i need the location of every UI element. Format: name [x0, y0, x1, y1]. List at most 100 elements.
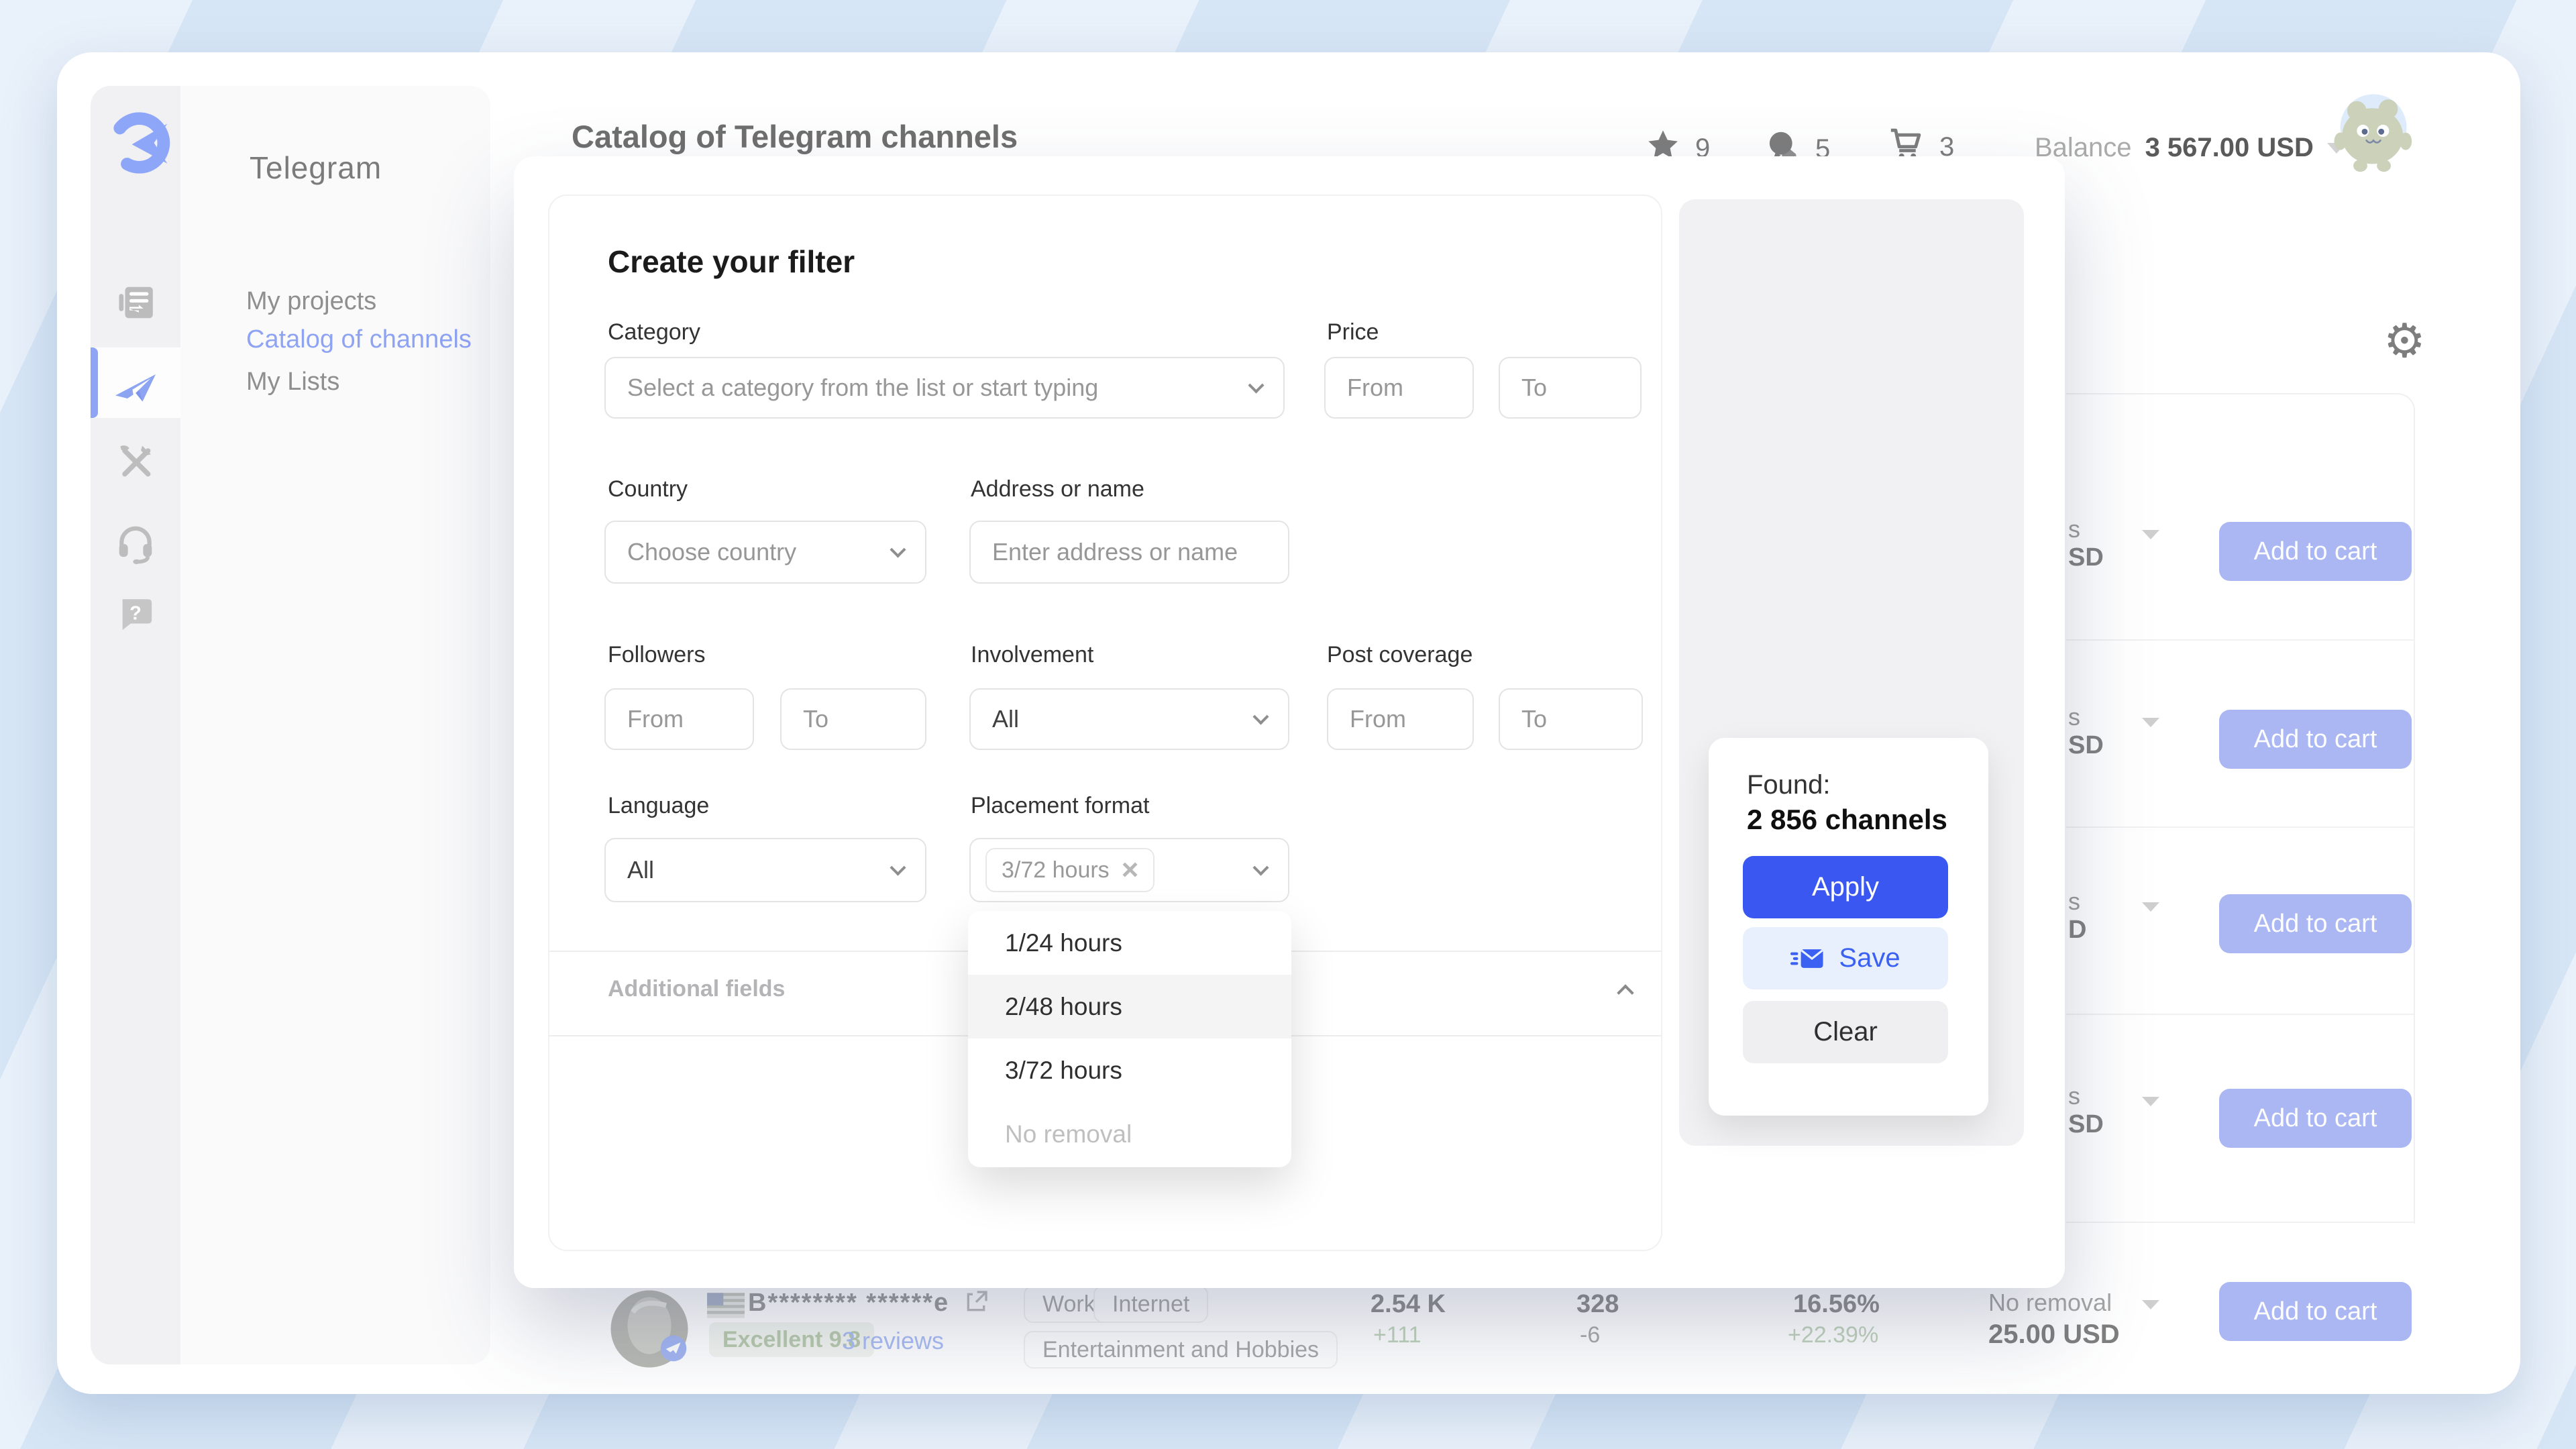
involvement-select[interactable]: All — [969, 688, 1289, 750]
channel-name[interactable]: B******** ******e — [748, 1289, 949, 1318]
address-input[interactable]: Enter address or name — [969, 521, 1289, 584]
placement-format-value: No removal — [1988, 1289, 2112, 1317]
apply-button[interactable]: Apply — [1743, 856, 1948, 918]
page-title: Catalog of Telegram channels — [572, 118, 1018, 155]
telegram-badge-icon — [659, 1334, 688, 1366]
post-coverage-to-placeholder: To — [1521, 705, 1547, 733]
svg-text:?: ? — [129, 602, 142, 624]
chevron-down-icon[interactable] — [2142, 1097, 2159, 1106]
involvement-value: All — [992, 705, 1019, 733]
followers-to-placeholder: To — [803, 705, 828, 733]
row-format-fragment: s — [2068, 888, 2080, 916]
brand-name: Telegram — [250, 150, 382, 186]
chevron-down-icon[interactable] — [2142, 718, 2159, 727]
add-to-cart-button[interactable]: Add to cart — [2219, 522, 2412, 581]
sidebar-item-my-projects[interactable]: My projects — [246, 287, 376, 316]
post-coverage-to-input[interactable]: To — [1499, 688, 1643, 750]
support-headset-icon[interactable] — [91, 523, 180, 568]
post-coverage-from-input[interactable]: From — [1327, 688, 1474, 750]
envelope-send-icon — [1790, 947, 1825, 971]
row-price-fragment: D — [2068, 916, 2086, 945]
followers-value: 2.54 K — [1371, 1290, 1446, 1319]
followers-label: Followers — [608, 642, 705, 668]
add-to-cart-button[interactable]: Add to cart — [2219, 1089, 2412, 1148]
category-select[interactable]: Select a category from the list or start… — [604, 357, 1285, 419]
involvement-label: Involvement — [971, 642, 1093, 668]
chevron-down-icon — [890, 859, 906, 875]
save-button[interactable]: Save — [1743, 927, 1948, 989]
add-to-cart-button[interactable]: Add to cart — [2219, 1282, 2412, 1341]
row-divider — [2066, 1222, 2414, 1223]
add-to-cart-button[interactable]: Add to cart — [2219, 710, 2412, 769]
found-count: 2 856 channels — [1747, 804, 1947, 836]
my-projects-icon[interactable] — [91, 282, 180, 327]
app-window: ? Telegram My projects Catalog of channe… — [57, 52, 2520, 1394]
placement-format-dropdown: 1/24 hours 2/48 hours 3/72 hours No remo… — [968, 911, 1291, 1167]
language-label: Language — [608, 793, 709, 819]
table-settings-gear-icon[interactable]: ⚙ — [2383, 317, 2426, 364]
row-price-fragment: SD — [2068, 731, 2104, 760]
chevron-down-icon[interactable] — [2142, 530, 2159, 539]
price-value: 25.00 USD — [1988, 1320, 2120, 1350]
language-select[interactable]: All — [604, 838, 926, 902]
country-placeholder: Choose country — [627, 538, 796, 566]
chevron-down-icon — [1252, 708, 1269, 724]
chip-remove-icon[interactable]: × — [1122, 855, 1139, 885]
filter-modal: Create your filter Category Price Select… — [514, 156, 2065, 1288]
balance-value: 3 567.00 USD — [2145, 133, 2314, 163]
followers-delta: +111 — [1373, 1322, 1421, 1348]
reviews-link[interactable]: 3 reviews — [842, 1327, 944, 1355]
category-tag[interactable]: Entertainment and Hobbies — [1024, 1331, 1338, 1368]
placement-format-select[interactable]: 3/72 hours × — [969, 838, 1289, 902]
category-placeholder: Select a category from the list or start… — [627, 374, 1098, 402]
sidebar-item-catalog-of-channels[interactable]: Catalog of channels — [246, 325, 472, 354]
price-from-placeholder: From — [1347, 374, 1403, 402]
er-delta: -6 — [1580, 1322, 1600, 1348]
er-value: 328 — [1576, 1290, 1619, 1319]
country-select[interactable]: Choose country — [604, 521, 926, 584]
price-from-input[interactable]: From — [1324, 357, 1474, 419]
dropdown-option[interactable]: 1/24 hours — [968, 911, 1291, 975]
external-link-icon[interactable] — [963, 1289, 989, 1319]
country-label: Country — [608, 476, 688, 502]
save-button-label: Save — [1839, 943, 1900, 973]
chevron-down-icon[interactable] — [2142, 902, 2159, 912]
balance-dropdown[interactable]: Balance 3 567.00 USD — [2035, 133, 2346, 163]
followers-to-input[interactable]: To — [780, 688, 926, 750]
clear-button[interactable]: Clear — [1743, 1001, 1948, 1063]
price-to-input[interactable]: To — [1499, 357, 1642, 419]
row-price-fragment: SD — [2068, 543, 2104, 572]
row-format-fragment: s — [2068, 515, 2080, 543]
help-icon[interactable]: ? — [91, 594, 180, 637]
chip-label: 3/72 hours — [1002, 857, 1110, 883]
row-divider — [2066, 639, 2414, 641]
sidebar-item-my-lists[interactable]: My Lists — [246, 368, 339, 396]
add-to-cart-button[interactable]: Add to cart — [2219, 894, 2412, 953]
us-flag-icon — [707, 1293, 745, 1322]
category-label: Category — [608, 319, 700, 345]
dropdown-option-disabled[interactable]: No removal — [968, 1102, 1291, 1166]
row-divider — [2066, 1014, 2414, 1015]
address-placeholder: Enter address or name — [992, 538, 1238, 566]
chevron-down-icon — [890, 541, 906, 557]
results-card: Found: 2 856 channels Apply Save Clear — [1709, 738, 1988, 1116]
row-format-fragment: s — [2068, 1082, 2080, 1110]
followers-from-input[interactable]: From — [604, 688, 754, 750]
catalog-paper-plane-icon[interactable] — [91, 362, 180, 414]
app-logo[interactable] — [105, 106, 179, 183]
coverage-value: 16.56% — [1793, 1290, 1880, 1319]
coverage-delta: +22.39% — [1788, 1322, 1878, 1348]
chevron-down-icon[interactable] — [2142, 1300, 2159, 1309]
post-coverage-from-placeholder: From — [1350, 705, 1406, 733]
dropdown-option[interactable]: 3/72 hours — [968, 1038, 1291, 1102]
category-tag[interactable]: Internet — [1093, 1285, 1208, 1323]
row-divider — [2066, 826, 2414, 828]
dropdown-option-highlighted[interactable]: 2/48 hours — [968, 975, 1291, 1038]
desktop-background: ? Telegram My projects Catalog of channe… — [0, 0, 2576, 1449]
user-avatar[interactable] — [2330, 87, 2417, 178]
price-to-placeholder: To — [1521, 374, 1547, 402]
tools-icon[interactable] — [91, 440, 180, 486]
found-label: Found: — [1747, 770, 1831, 800]
placement-format-chip: 3/72 hours × — [985, 848, 1155, 892]
row-format-fragment: s — [2068, 703, 2080, 731]
